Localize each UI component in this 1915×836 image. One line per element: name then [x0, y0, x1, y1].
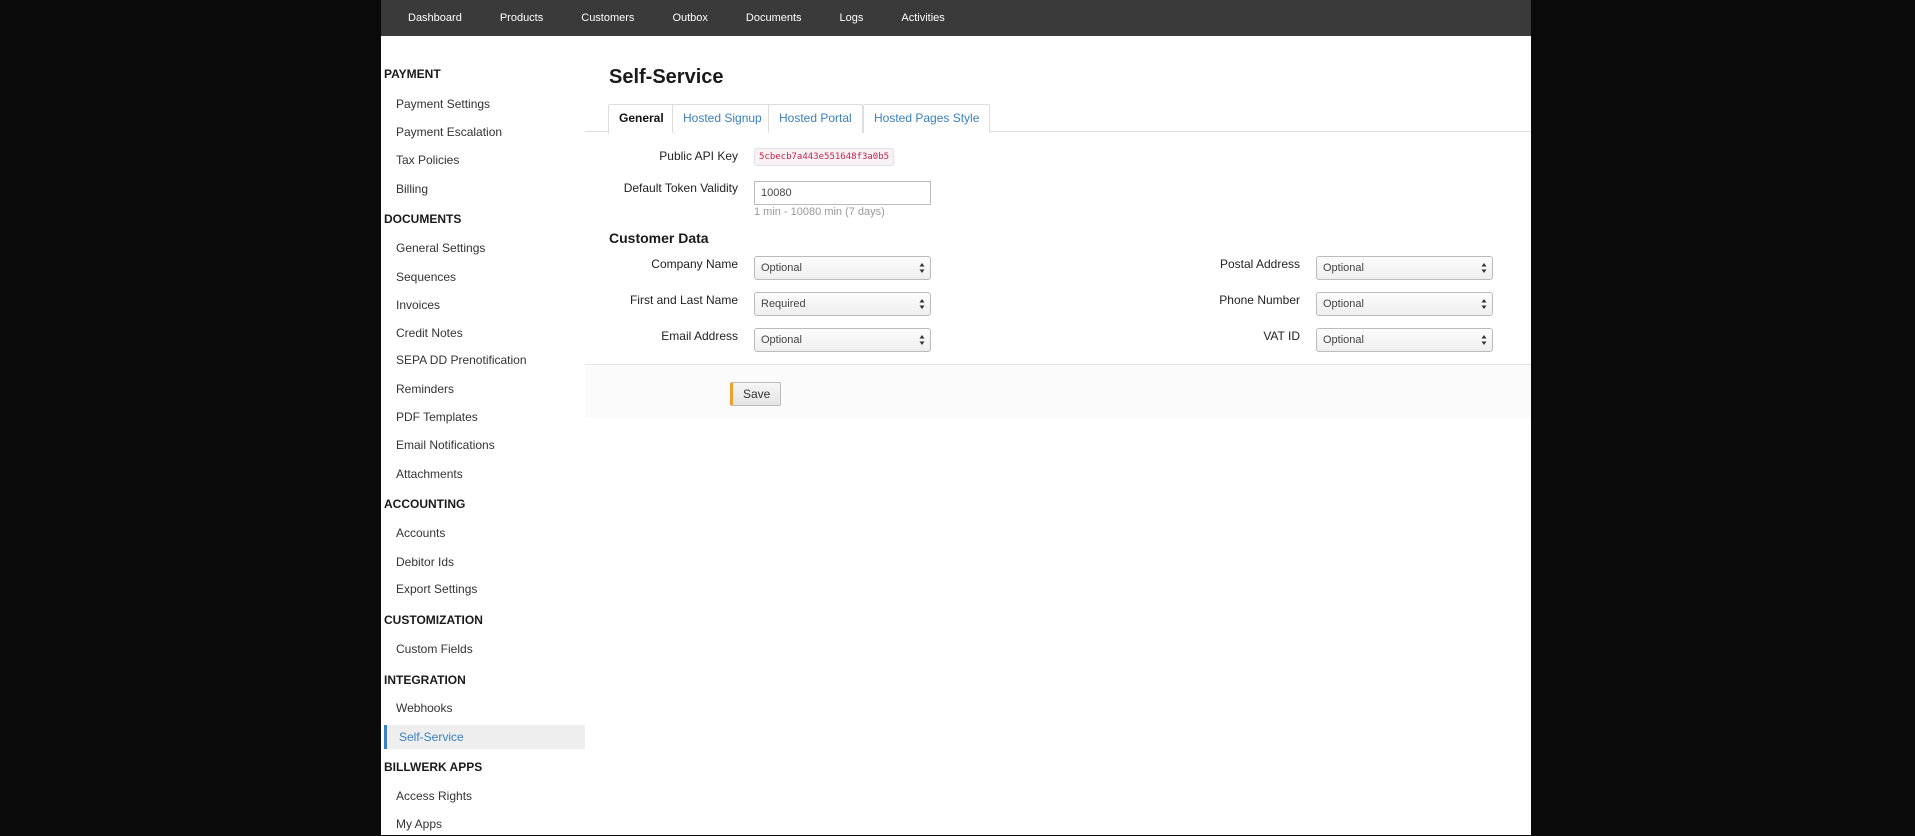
tab-bar: General Hosted Signup Hosted Portal Host…: [585, 101, 1531, 134]
sidebar-item-payment-escalation[interactable]: Payment Escalation: [381, 120, 585, 144]
tab-general[interactable]: General: [608, 104, 675, 134]
form-actions-bar: [585, 364, 1531, 418]
customer-data-title: Customer Data: [609, 230, 709, 246]
select-arrows-icon: [1481, 299, 1487, 309]
nav-customers[interactable]: Customers: [581, 12, 634, 24]
postal-address-value: Optional: [1323, 262, 1364, 274]
phone-number-value: Optional: [1323, 298, 1364, 310]
select-arrows-icon: [1481, 335, 1487, 345]
sidebar-item-sequences[interactable]: Sequences: [381, 265, 585, 289]
token-validity-input[interactable]: 10080: [754, 181, 931, 205]
token-validity-label: Default Token Validity: [623, 181, 738, 195]
select-arrows-icon: [919, 335, 925, 345]
sidebar-item-email-notifications[interactable]: Email Notifications: [381, 433, 585, 457]
tab-hosted-signup[interactable]: Hosted Signup: [672, 104, 773, 133]
tab-hosted-pages-style[interactable]: Hosted Pages Style: [863, 104, 991, 133]
nav-activities[interactable]: Activities: [901, 12, 944, 24]
top-navigation: Dashboard Products Customers Outbox Docu…: [381, 0, 1531, 36]
sidebar-item-my-apps[interactable]: My Apps: [381, 812, 585, 836]
sidebar-item-attachments[interactable]: Attachments: [381, 462, 585, 486]
sidebar-item-pdf-templates[interactable]: PDF Templates: [381, 405, 585, 429]
company-name-label: Company Name: [651, 257, 738, 271]
tab-hosted-portal[interactable]: Hosted Portal: [768, 104, 863, 133]
api-key-label: Public API Key: [659, 149, 738, 163]
select-arrows-icon: [919, 263, 925, 273]
full-name-label: First and Last Name: [629, 293, 738, 307]
email-address-label: Email Address: [661, 329, 738, 343]
sidebar-item-access-rights[interactable]: Access Rights: [381, 784, 585, 808]
select-arrows-icon: [1481, 263, 1487, 273]
sidebar-item-general-settings[interactable]: General Settings: [381, 236, 585, 260]
page-title: Self-Service: [609, 66, 724, 88]
sidebar-item-export-settings[interactable]: Export Settings: [381, 577, 585, 601]
save-button[interactable]: Save: [730, 382, 782, 406]
vat-id-label: VAT ID: [1263, 329, 1300, 343]
sidebar-section-integration: INTEGRATION: [384, 673, 466, 687]
sidebar-item-sepa-dd-prenotification[interactable]: SEPA DD Prenotification: [381, 348, 585, 372]
sidebar-item-payment-settings[interactable]: Payment Settings: [381, 92, 585, 116]
full-name-value: Required: [761, 298, 806, 310]
phone-number-label: Phone Number: [1219, 293, 1300, 307]
sidebar-item-invoices[interactable]: Invoices: [381, 293, 585, 317]
sidebar-section-documents: DOCUMENTS: [384, 212, 462, 226]
select-arrows-icon: [919, 299, 925, 309]
sidebar-item-tax-policies[interactable]: Tax Policies: [381, 148, 585, 172]
nav-documents[interactable]: Documents: [746, 12, 802, 24]
sidebar-section-payment: PAYMENT: [384, 67, 441, 81]
email-address-value: Optional: [761, 334, 802, 346]
sidebar-section-customization: CUSTOMIZATION: [384, 613, 483, 627]
phone-number-select[interactable]: Optional: [1316, 292, 1493, 316]
sidebar-item-reminders[interactable]: Reminders: [381, 377, 585, 401]
company-name-value: Optional: [761, 262, 802, 274]
sidebar-item-webhooks[interactable]: Webhooks: [381, 696, 585, 720]
email-address-select[interactable]: Optional: [754, 328, 931, 352]
full-name-select[interactable]: Required: [754, 292, 931, 316]
token-validity-help: 1 min - 10080 min (7 days): [754, 206, 885, 218]
sidebar-item-custom-fields[interactable]: Custom Fields: [381, 637, 585, 661]
nav-outbox[interactable]: Outbox: [672, 12, 707, 24]
api-key-value: 5cbecb7a443e551648f3a0b5: [754, 148, 895, 166]
vat-id-select[interactable]: Optional: [1316, 328, 1493, 352]
nav-dashboard[interactable]: Dashboard: [408, 12, 462, 24]
sidebar-item-accounts[interactable]: Accounts: [381, 521, 585, 545]
company-name-select[interactable]: Optional: [754, 256, 931, 280]
sidebar-section-accounting: ACCOUNTING: [384, 497, 466, 511]
app-frame: Dashboard Products Customers Outbox Docu…: [381, 0, 1531, 835]
sidebar-item-debitor-ids[interactable]: Debitor Ids: [381, 550, 585, 574]
main-content: Self-Service General Hosted Signup Hoste…: [585, 36, 1531, 835]
sidebar-item-billing[interactable]: Billing: [381, 177, 585, 201]
sidebar-section-billwerk-apps: BILLWERK APPS: [384, 760, 483, 774]
nav-products[interactable]: Products: [500, 12, 543, 24]
sidebar-item-self-service[interactable]: Self-Service: [384, 725, 585, 749]
settings-sidebar: PAYMENT Payment Settings Payment Escalat…: [381, 36, 585, 835]
sidebar-item-credit-notes[interactable]: Credit Notes: [381, 321, 585, 345]
postal-address-label: Postal Address: [1219, 257, 1300, 271]
vat-id-value: Optional: [1323, 334, 1364, 346]
postal-address-select[interactable]: Optional: [1316, 256, 1493, 280]
nav-logs[interactable]: Logs: [840, 12, 864, 24]
